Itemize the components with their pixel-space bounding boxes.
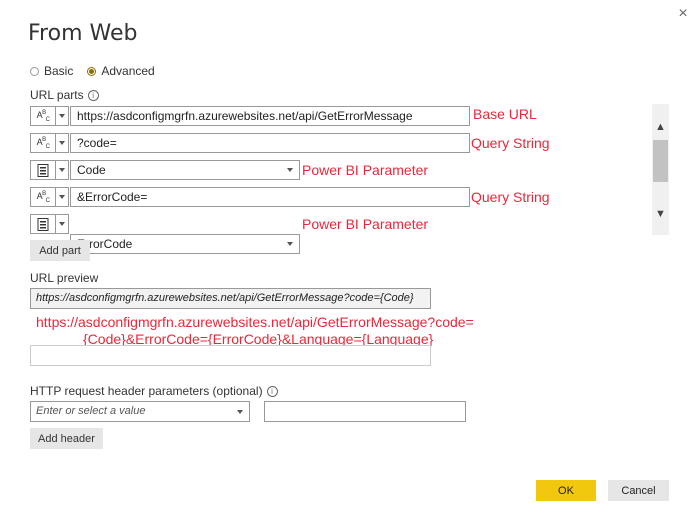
url-preview-field: https://asdconfigmgrfn.azurewebsites.net… <box>30 288 431 309</box>
parameter-type-icon[interactable] <box>30 160 56 180</box>
header-value-input[interactable] <box>264 401 466 422</box>
radio-advanced-label: Advanced <box>101 64 155 78</box>
url-parts-label: URL parts <box>30 88 84 102</box>
url-parts-heading: URL parts i <box>30 88 99 102</box>
annotation-query-string: Query String <box>471 189 550 205</box>
url-parts-scrollbar[interactable]: ▲ ▼ <box>652 104 669 235</box>
annotation-power-bi-parameter: Power BI Parameter <box>302 162 429 178</box>
dialog-title: From Web <box>28 21 138 46</box>
chevron-down-icon <box>59 195 65 199</box>
url-part-input-2[interactable]: ?code= <box>70 133 470 153</box>
scrollbar-thumb[interactable] <box>653 140 668 182</box>
url-part-input-4[interactable]: &ErrorCode= <box>70 187 470 207</box>
chevron-down-icon <box>287 242 293 246</box>
radio-advanced-circle-icon[interactable] <box>87 66 97 76</box>
type-dropdown-button[interactable] <box>56 106 69 126</box>
type-dropdown-button[interactable] <box>56 187 69 207</box>
type-dropdown-button[interactable] <box>56 214 69 234</box>
chevron-down-icon <box>59 222 65 226</box>
parameter-type-icon[interactable] <box>30 214 56 234</box>
type-dropdown-button[interactable] <box>56 160 69 180</box>
type-dropdown-button[interactable] <box>56 133 69 153</box>
mode-radio-group: Basic Advanced <box>30 64 169 78</box>
radio-basic-circle-icon[interactable] <box>30 66 39 76</box>
radio-basic[interactable]: Basic <box>30 64 73 78</box>
chevron-down-icon <box>59 114 65 118</box>
url-part-input-1[interactable]: https://asdconfigmgrfn.azurewebsites.net… <box>70 106 470 126</box>
close-icon[interactable]: × <box>675 6 691 22</box>
annotation-base-url: Base URL <box>473 106 537 122</box>
abc-type-icon[interactable]: ABC <box>30 133 56 153</box>
info-icon[interactable]: i <box>266 386 278 398</box>
header-name-select[interactable]: Enter or select a value <box>30 401 250 422</box>
http-headers-label: HTTP request header parameters (optional… <box>30 384 263 398</box>
url-preview-annotation-line-1: https://asdconfigmgrfn.azurewebsites.net… <box>36 314 474 330</box>
chevron-down-icon <box>59 141 65 145</box>
annotation-power-bi-parameter: Power BI Parameter <box>302 216 429 232</box>
parameter-select-errorcode[interactable]: ErrorCode <box>70 234 300 254</box>
scroll-up-icon[interactable]: ▲ <box>652 118 669 135</box>
add-part-button[interactable]: Add part <box>30 240 90 261</box>
url-preview-label: URL preview <box>30 271 99 285</box>
annotation-query-string: Query String <box>471 135 550 151</box>
info-icon[interactable]: i <box>87 90 99 102</box>
cancel-button[interactable]: Cancel <box>608 480 669 501</box>
header-name-placeholder: Enter or select a value <box>36 405 146 417</box>
radio-basic-label: Basic <box>44 64 74 78</box>
url-preview-extra-field <box>30 345 431 366</box>
scroll-down-icon[interactable]: ▼ <box>652 205 669 222</box>
chevron-down-icon <box>287 168 293 172</box>
http-headers-heading: HTTP request header parameters (optional… <box>30 384 278 398</box>
chevron-down-icon <box>237 410 243 414</box>
parameter-icon <box>37 163 49 177</box>
url-preview-annotation: https://asdconfigmgrfn.azurewebsites.net… <box>36 314 496 348</box>
parameter-select-value: Code <box>77 163 106 177</box>
chevron-down-icon <box>59 168 65 172</box>
ok-button[interactable]: OK <box>536 480 596 501</box>
abc-type-icon[interactable]: ABC <box>30 106 56 126</box>
parameter-select-code[interactable]: Code <box>70 160 300 180</box>
radio-advanced[interactable]: Advanced <box>87 64 155 78</box>
abc-type-icon[interactable]: ABC <box>30 187 56 207</box>
add-header-button[interactable]: Add header <box>30 428 103 449</box>
parameter-icon <box>37 217 49 231</box>
